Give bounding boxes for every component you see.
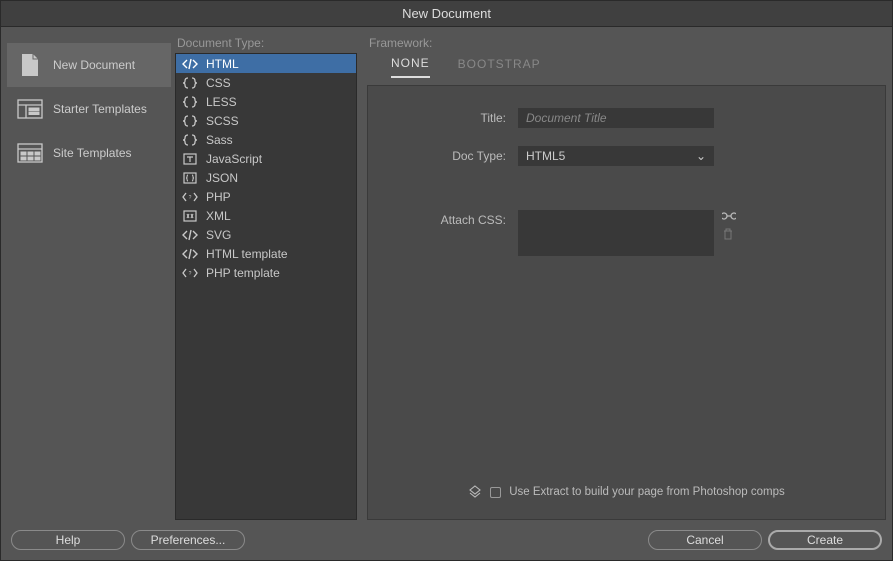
svg-text:?: ? [189, 271, 192, 277]
sidebar-item-starter-templates[interactable]: Starter Templates [7, 87, 171, 131]
tab-none[interactable]: NONE [391, 56, 430, 78]
titlebar: New Document [1, 1, 892, 27]
doctype-item-label: HTML template [206, 247, 288, 261]
preferences-button[interactable]: Preferences... [131, 530, 245, 550]
chevron-down-icon: ⌄ [696, 149, 706, 163]
document-type-column: Document Type: HTML CSS LESS [175, 33, 357, 520]
form-panel: Title: Doc Type: HTML5 ⌄ Attach CSS: [367, 85, 886, 520]
doctype-item-label: CSS [206, 76, 231, 90]
braces-icon [182, 133, 198, 147]
new-document-window: New Document New Document Starter Templa… [0, 0, 893, 561]
doctype-label: Doc Type: [388, 146, 518, 163]
attach-css-actions [722, 210, 736, 242]
doctype-item-label: PHP [206, 190, 231, 204]
doctype-item-label: Sass [206, 133, 233, 147]
sidebar-item-site-templates[interactable]: Site Templates [7, 131, 171, 175]
code-icon [182, 57, 198, 71]
framework-label: Framework: [367, 33, 886, 53]
starter-templates-icon [17, 96, 43, 122]
doctype-item-php-template[interactable]: ? PHP template [176, 263, 356, 282]
attach-css-list[interactable] [518, 210, 714, 256]
sidebar-item-new-document[interactable]: New Document [7, 43, 171, 87]
js-icon [182, 152, 198, 166]
doctype-item-label: JSON [206, 171, 238, 185]
doctype-item-label: SVG [206, 228, 231, 242]
json-icon [182, 171, 198, 185]
doctype-item-label: HTML [206, 57, 239, 71]
code-icon [182, 247, 198, 261]
title-label: Title: [388, 108, 518, 125]
doctype-item-html-template[interactable]: HTML template [176, 244, 356, 263]
doctype-item-xml[interactable]: XML [176, 206, 356, 225]
trash-icon[interactable] [722, 228, 736, 242]
window-title: New Document [402, 6, 491, 21]
tab-bootstrap[interactable]: BOOTSTRAP [458, 57, 541, 77]
braces-icon [182, 95, 198, 109]
doctype-item-less[interactable]: LESS [176, 92, 356, 111]
file-icon [17, 52, 43, 78]
create-button[interactable]: Create [768, 530, 882, 550]
main-area: New Document Starter Templates Site Temp… [1, 27, 892, 520]
doctype-item-label: JavaScript [206, 152, 262, 166]
extract-text: Use Extract to build your page from Phot… [509, 486, 785, 498]
cancel-button[interactable]: Cancel [648, 530, 762, 550]
title-row: Title: [388, 108, 865, 128]
doctype-item-label: LESS [206, 95, 237, 109]
document-type-list[interactable]: HTML CSS LESS SCSS [175, 53, 357, 520]
attach-css-label: Attach CSS: [388, 210, 518, 227]
sidebar: New Document Starter Templates Site Temp… [7, 33, 171, 520]
doctype-item-javascript[interactable]: JavaScript [176, 149, 356, 168]
window-body: New Document Starter Templates Site Temp… [1, 27, 892, 560]
code-icon [182, 228, 198, 242]
sidebar-item-label: Starter Templates [53, 102, 147, 116]
extract-row: Use Extract to build your page from Phot… [388, 475, 865, 509]
framework-column: Framework: NONE BOOTSTRAP Title: Doc Typ… [361, 33, 886, 520]
attach-css-row: Attach CSS: [388, 210, 865, 256]
sidebar-item-label: New Document [53, 58, 135, 72]
doctype-item-label: XML [206, 209, 231, 223]
sidebar-item-label: Site Templates [53, 146, 132, 160]
title-input[interactable] [518, 108, 714, 128]
php-icon: ? [182, 266, 198, 280]
braces-icon [182, 76, 198, 90]
doctype-select[interactable]: HTML5 ⌄ [518, 146, 714, 166]
doctype-item-css[interactable]: CSS [176, 73, 356, 92]
php-icon: ? [182, 190, 198, 204]
document-type-label: Document Type: [175, 33, 357, 53]
doctype-item-label: SCSS [206, 114, 239, 128]
doctype-row: Doc Type: HTML5 ⌄ [388, 146, 865, 166]
doctype-item-html[interactable]: HTML [176, 54, 356, 73]
doctype-item-php[interactable]: ? PHP [176, 187, 356, 206]
doctype-item-scss[interactable]: SCSS [176, 111, 356, 130]
link-icon[interactable] [722, 210, 736, 224]
doctype-item-json[interactable]: JSON [176, 168, 356, 187]
doctype-item-svg[interactable]: SVG [176, 225, 356, 244]
doctype-item-sass[interactable]: Sass [176, 130, 356, 149]
help-button[interactable]: Help [11, 530, 125, 550]
xml-icon [182, 209, 198, 223]
braces-icon [182, 114, 198, 128]
svg-text:?: ? [189, 195, 192, 201]
extract-icon [468, 485, 482, 499]
framework-tabs: NONE BOOTSTRAP [367, 53, 886, 81]
doctype-select-value: HTML5 [526, 149, 565, 163]
site-templates-icon [17, 140, 43, 166]
doctype-item-label: PHP template [206, 266, 280, 280]
extract-checkbox[interactable] [490, 487, 501, 498]
footer: Help Preferences... Cancel Create [1, 520, 892, 560]
